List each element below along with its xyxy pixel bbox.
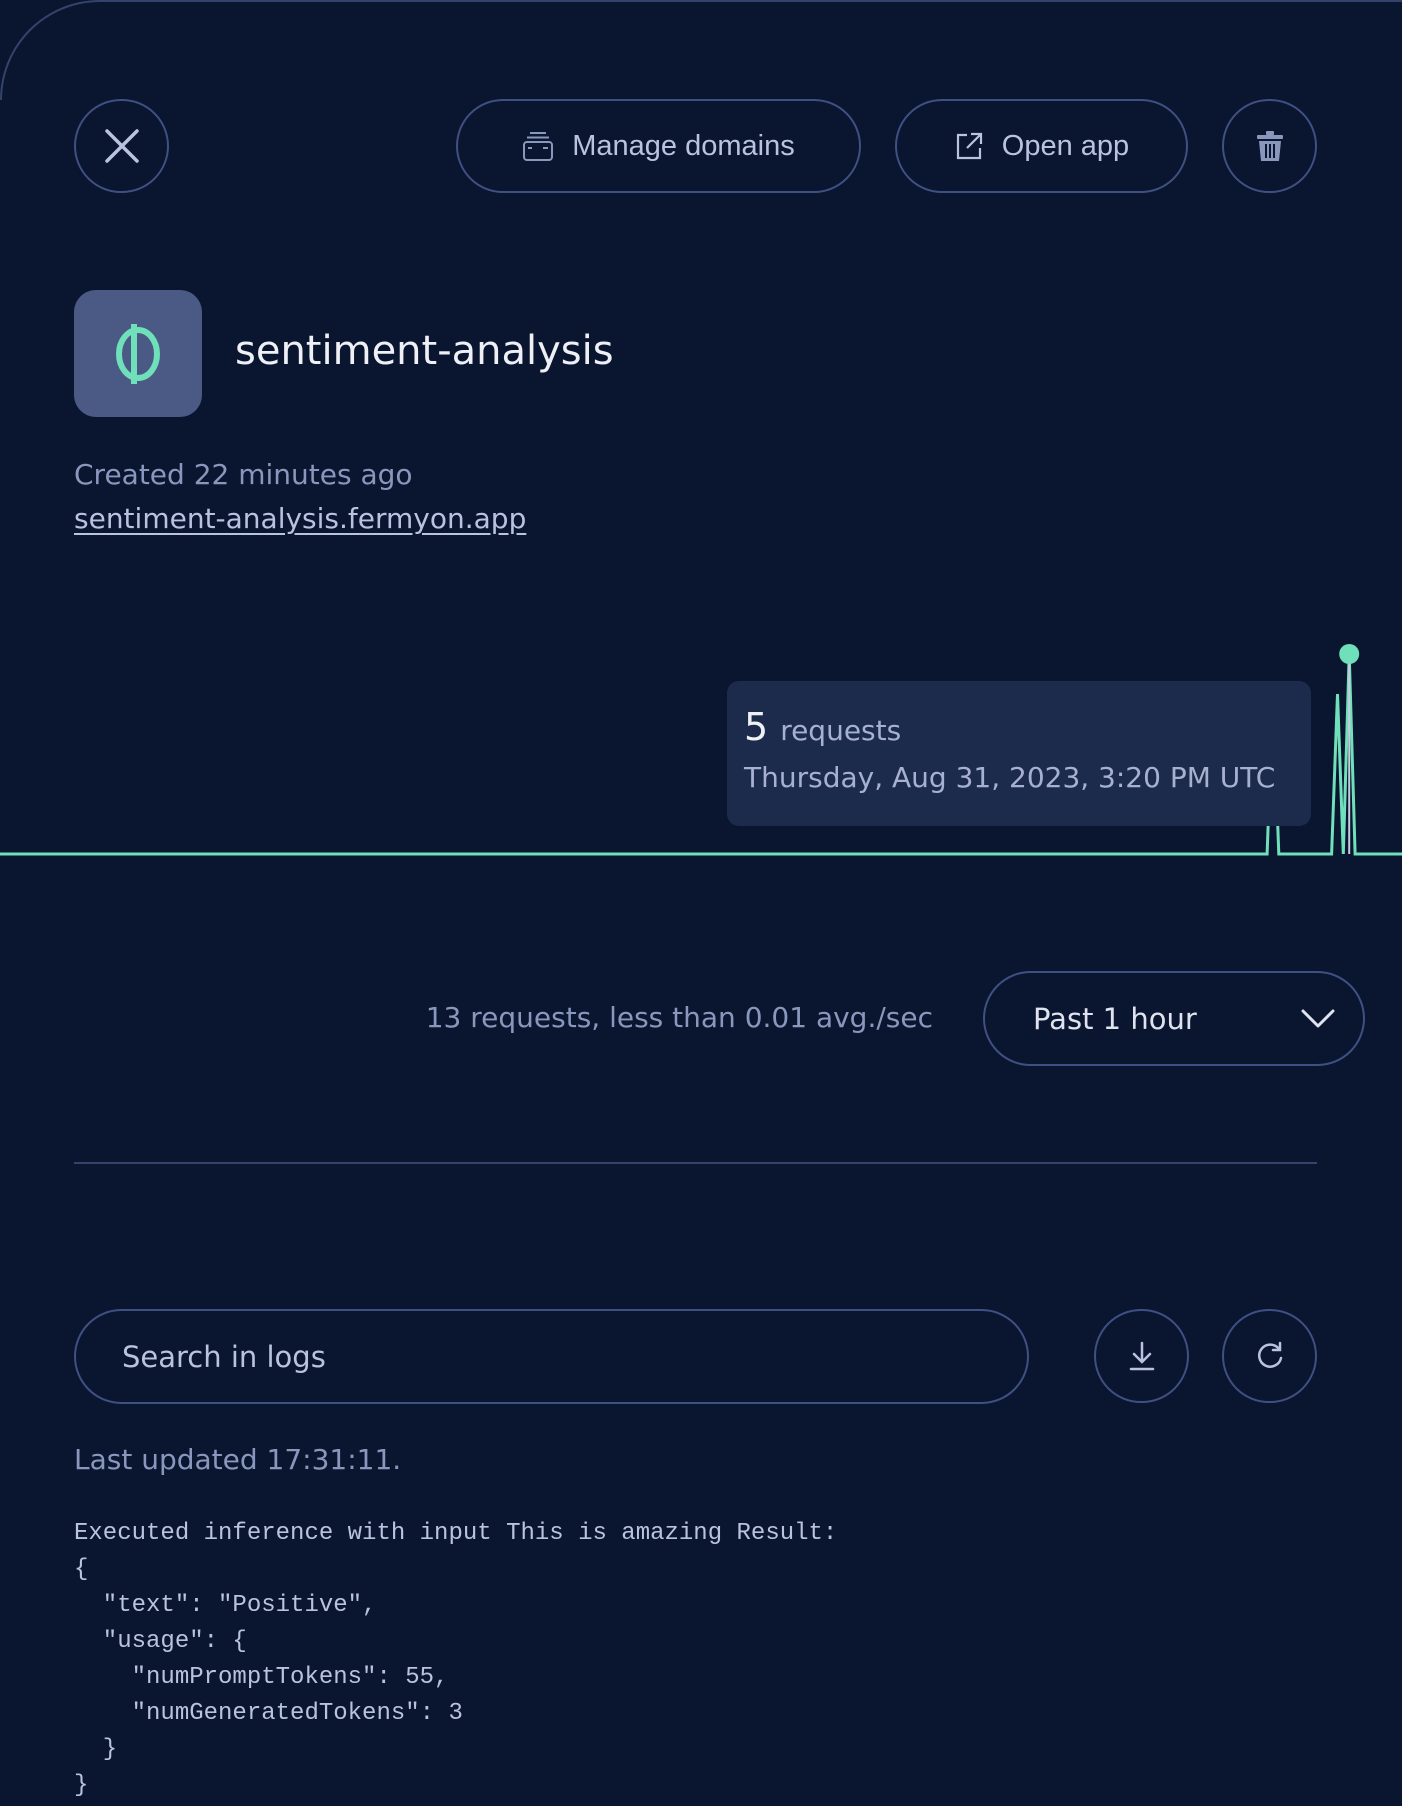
time-range-value: Past 1 hour xyxy=(1033,1001,1197,1036)
last-updated: Last updated 17:31:11. xyxy=(74,1443,402,1476)
download-icon xyxy=(1129,1341,1154,1371)
chevron-down-icon xyxy=(1301,1009,1335,1027)
tooltip-date: Thursday, Aug 31, 2023, 3:20 PM UTC xyxy=(744,761,1276,794)
chart-tooltip: 5 requests Thursday, Aug 31, 2023, 3:20 P… xyxy=(727,681,1311,826)
close-icon xyxy=(104,129,139,163)
log-search-input[interactable] xyxy=(74,1309,1029,1404)
open-app-button[interactable]: Open app xyxy=(895,99,1188,193)
tooltip-count: 5 xyxy=(744,705,769,749)
open-app-label: Open app xyxy=(1001,129,1130,162)
manage-domains-label: Manage domains xyxy=(572,129,795,162)
manage-domains-button[interactable]: Manage domains xyxy=(456,99,861,193)
phi-logo xyxy=(116,323,160,384)
panel-corner xyxy=(0,0,160,100)
domains-icon xyxy=(523,132,554,161)
external-link-icon xyxy=(956,132,982,160)
log-output: Executed inference with input This is am… xyxy=(74,1520,838,1799)
request-summary: 13 requests, less than 0.01 avg./sec xyxy=(425,1001,933,1034)
created-time: Created 22 minutes ago xyxy=(74,458,413,491)
panel-top-border xyxy=(150,0,1402,2)
app-url-link[interactable]: sentiment-analysis.fermyon.app xyxy=(74,502,526,535)
time-range-dropdown[interactable]: Past 1 hour xyxy=(983,971,1365,1066)
download-logs-button[interactable] xyxy=(1094,1309,1189,1403)
refresh-icon xyxy=(1257,1341,1282,1368)
refresh-logs-button[interactable] xyxy=(1222,1309,1317,1403)
tooltip-unit: requests xyxy=(780,714,902,747)
trash-icon xyxy=(1256,131,1283,161)
app-icon xyxy=(74,290,202,417)
app-name: sentiment-analysis xyxy=(235,328,614,374)
highlighted-point[interactable] xyxy=(1339,644,1360,664)
close-button[interactable] xyxy=(74,99,169,193)
delete-app-button[interactable] xyxy=(1222,99,1317,193)
section-divider xyxy=(74,1162,1317,1164)
